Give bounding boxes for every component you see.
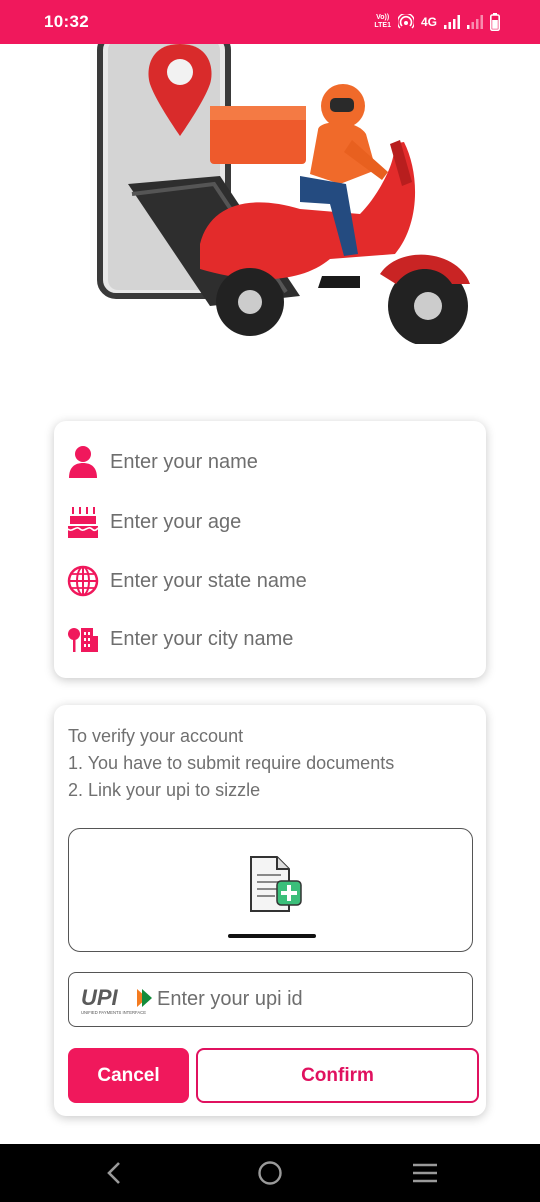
- confirm-button[interactable]: Confirm: [196, 1048, 479, 1103]
- city-field[interactable]: Enter your city name: [66, 619, 474, 659]
- state-field[interactable]: Enter your state name: [66, 561, 474, 601]
- document-upload-box[interactable]: [68, 828, 473, 952]
- delivery-scooter-illustration: [97, 31, 470, 346]
- upi-logo-text: UPI: [81, 985, 119, 1010]
- name-placeholder: Enter your name: [110, 450, 258, 473]
- age-placeholder: Enter your age: [110, 510, 242, 533]
- city-placeholder: Enter your city name: [110, 627, 294, 650]
- cake-icon: [66, 505, 100, 539]
- hero-illustration: [0, 31, 540, 346]
- volte-line2: LTE1: [374, 22, 391, 29]
- status-time: 10:32: [44, 12, 89, 31]
- status-icons: Vo)) LTE1 4G: [374, 10, 500, 34]
- instruction-line-1: To verify your account: [68, 726, 244, 746]
- upload-indicator-bar: [228, 934, 316, 938]
- person-icon: [66, 445, 100, 479]
- battery-icon: [490, 13, 500, 31]
- profile-form-card: Enter your name Enter your age Enter you…: [54, 421, 486, 678]
- document-add-icon: [250, 856, 302, 912]
- upi-logo-subtext: UNIFIED PAYMENTS INTERFACE: [81, 1010, 146, 1015]
- back-icon[interactable]: [100, 1158, 130, 1188]
- menu-icon[interactable]: [410, 1158, 440, 1188]
- upi-logo: UPI UNIFIED PAYMENTS INTERFACE: [81, 983, 153, 1017]
- state-placeholder: Enter your state name: [110, 569, 307, 592]
- instruction-line-2: 1. You have to submit require documents: [68, 753, 395, 773]
- status-bar: 10:32 Vo)) LTE1 4G: [0, 0, 540, 44]
- cancel-button[interactable]: Cancel: [68, 1048, 189, 1103]
- home-icon[interactable]: [255, 1158, 285, 1188]
- signal-icon: [444, 15, 460, 29]
- verification-card: To verify your account 1. You have to su…: [54, 705, 486, 1116]
- globe-icon: [66, 564, 100, 598]
- city-icon: [66, 622, 100, 656]
- hotspot-icon: [397, 14, 414, 29]
- instruction-line-3: 2. Link your upi to sizzle: [68, 780, 261, 800]
- network-type: 4G: [420, 15, 437, 29]
- upi-id-field[interactable]: UPI UNIFIED PAYMENTS INTERFACE Enter you…: [68, 972, 473, 1027]
- upi-placeholder: Enter your upi id: [157, 988, 303, 1010]
- navigation-bar: [0, 1144, 540, 1202]
- volte-line1: Vo)): [376, 14, 390, 21]
- age-field[interactable]: Enter your age: [66, 502, 474, 542]
- name-field[interactable]: Enter your name: [66, 442, 474, 482]
- volte-icon: Vo)) LTE1: [374, 14, 391, 30]
- signal-weak-icon: [467, 15, 483, 29]
- verification-instructions: To verify your account 1. You have to su…: [68, 723, 394, 804]
